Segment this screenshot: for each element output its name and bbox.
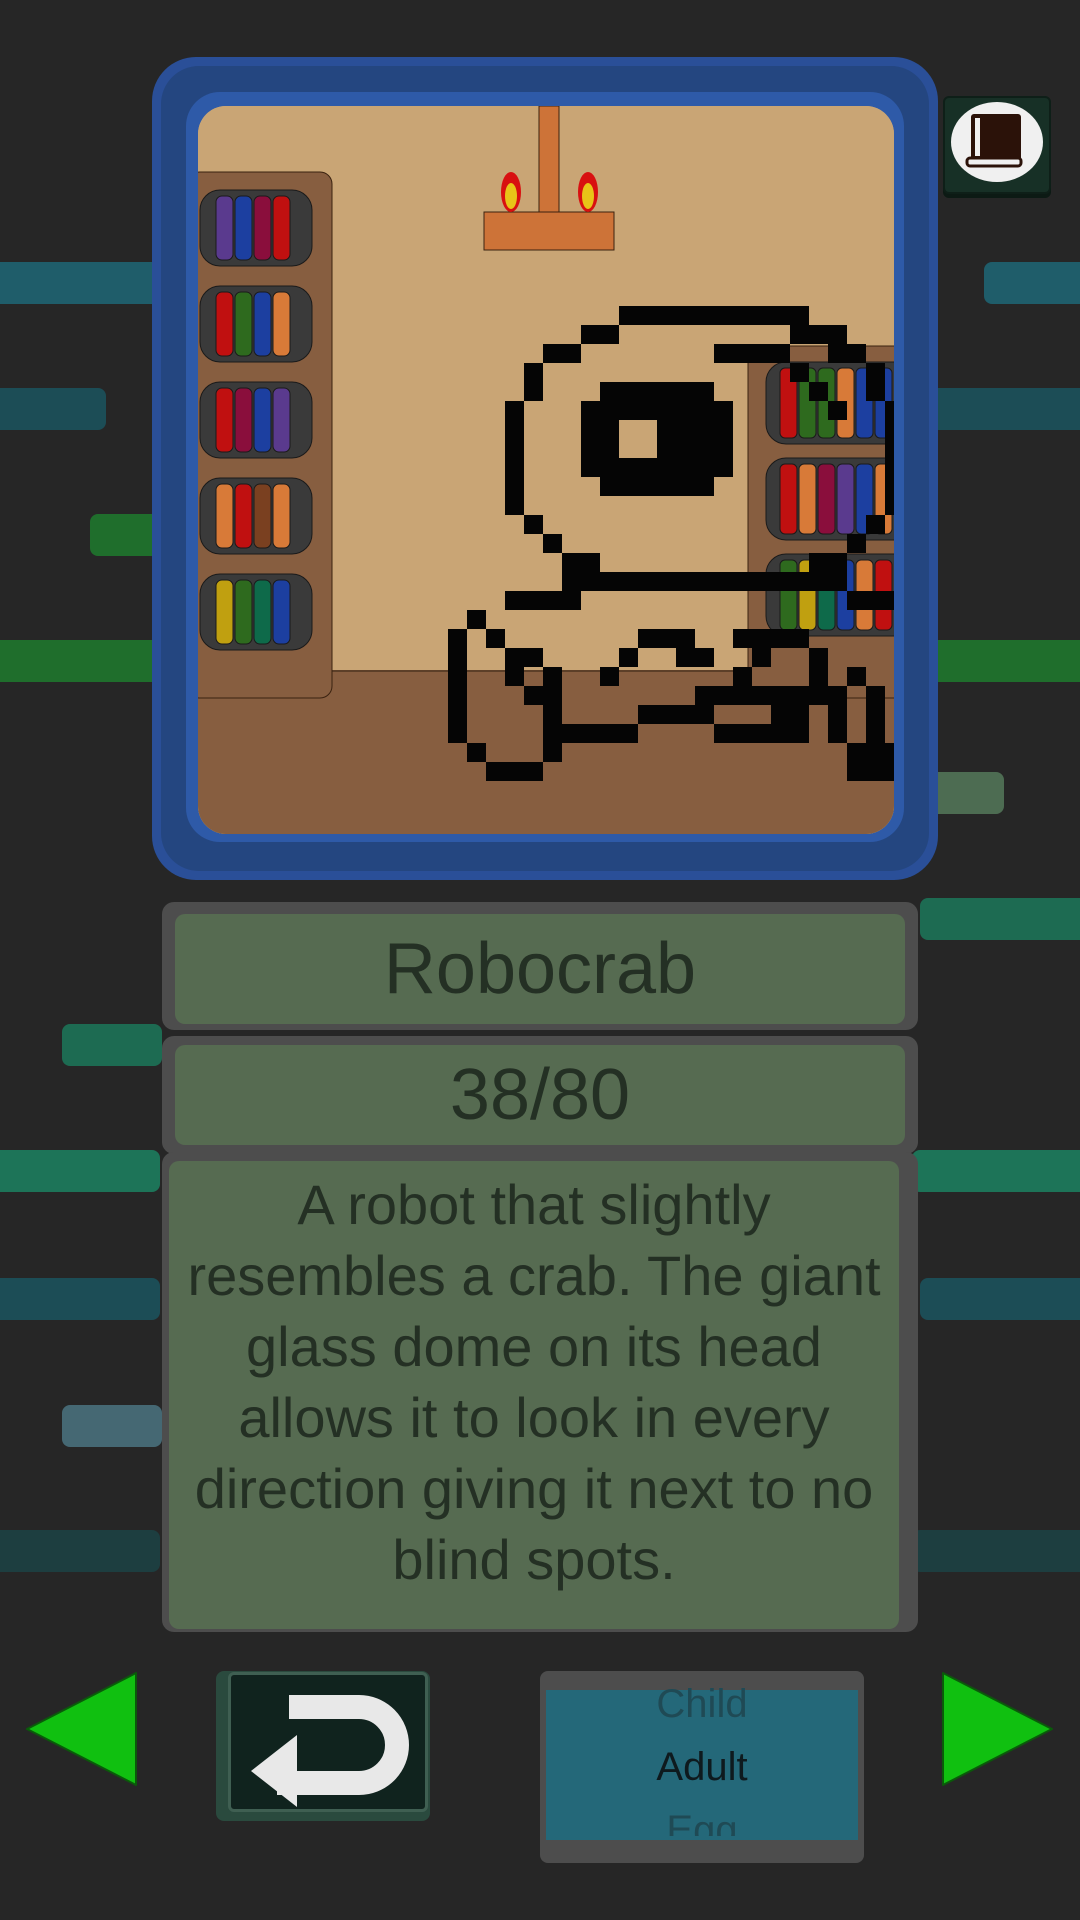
return-arrow-icon (251, 1695, 409, 1807)
next-button[interactable] (940, 1670, 1056, 1788)
triangle-right-icon (942, 1672, 1053, 1786)
triangle-left-icon (26, 1672, 137, 1786)
previous-button[interactable] (24, 1670, 140, 1788)
room-illustration (198, 106, 894, 834)
stage-option-child[interactable]: Child (546, 1680, 858, 1728)
collection-count: 38/80 (175, 1045, 905, 1145)
left-bookshelf (198, 171, 333, 699)
creature-name: Robocrab (175, 914, 905, 1024)
back-button[interactable] (228, 1672, 428, 1812)
creature-description: A robot that slightly resembles a crab. … (169, 1161, 899, 1629)
book-icon (951, 102, 1043, 182)
creature-scene (198, 106, 894, 834)
stage-option-adult[interactable]: Adult (546, 1743, 858, 1791)
journal-button[interactable] (943, 96, 1051, 194)
